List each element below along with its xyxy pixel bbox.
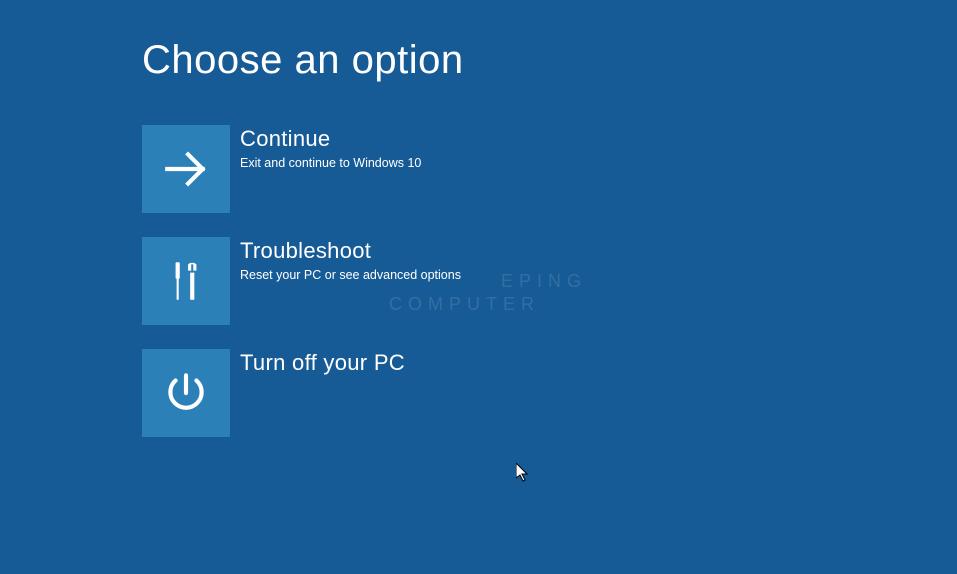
option-turnoff-title: Turn off your PC (240, 349, 405, 378)
option-troubleshoot-text: Troubleshoot Reset your PC or see advanc… (230, 237, 461, 282)
option-troubleshoot-title: Troubleshoot (240, 237, 461, 266)
power-icon (142, 349, 230, 437)
option-continue-desc: Exit and continue to Windows 10 (240, 156, 421, 170)
option-continue-title: Continue (240, 125, 421, 154)
page-title: Choose an option (142, 38, 957, 83)
tools-icon (142, 237, 230, 325)
option-turnoff-text: Turn off your PC (230, 349, 405, 378)
option-troubleshoot[interactable]: Troubleshoot Reset your PC or see advanc… (142, 237, 642, 325)
option-turnoff[interactable]: Turn off your PC (142, 349, 642, 437)
option-continue-text: Continue Exit and continue to Windows 10 (230, 125, 421, 170)
cursor-icon (516, 463, 532, 488)
option-troubleshoot-desc: Reset your PC or see advanced options (240, 268, 461, 282)
option-continue[interactable]: Continue Exit and continue to Windows 10 (142, 125, 642, 213)
main-container: Choose an option Continue Exit and conti… (0, 0, 957, 437)
arrow-right-icon (142, 125, 230, 213)
